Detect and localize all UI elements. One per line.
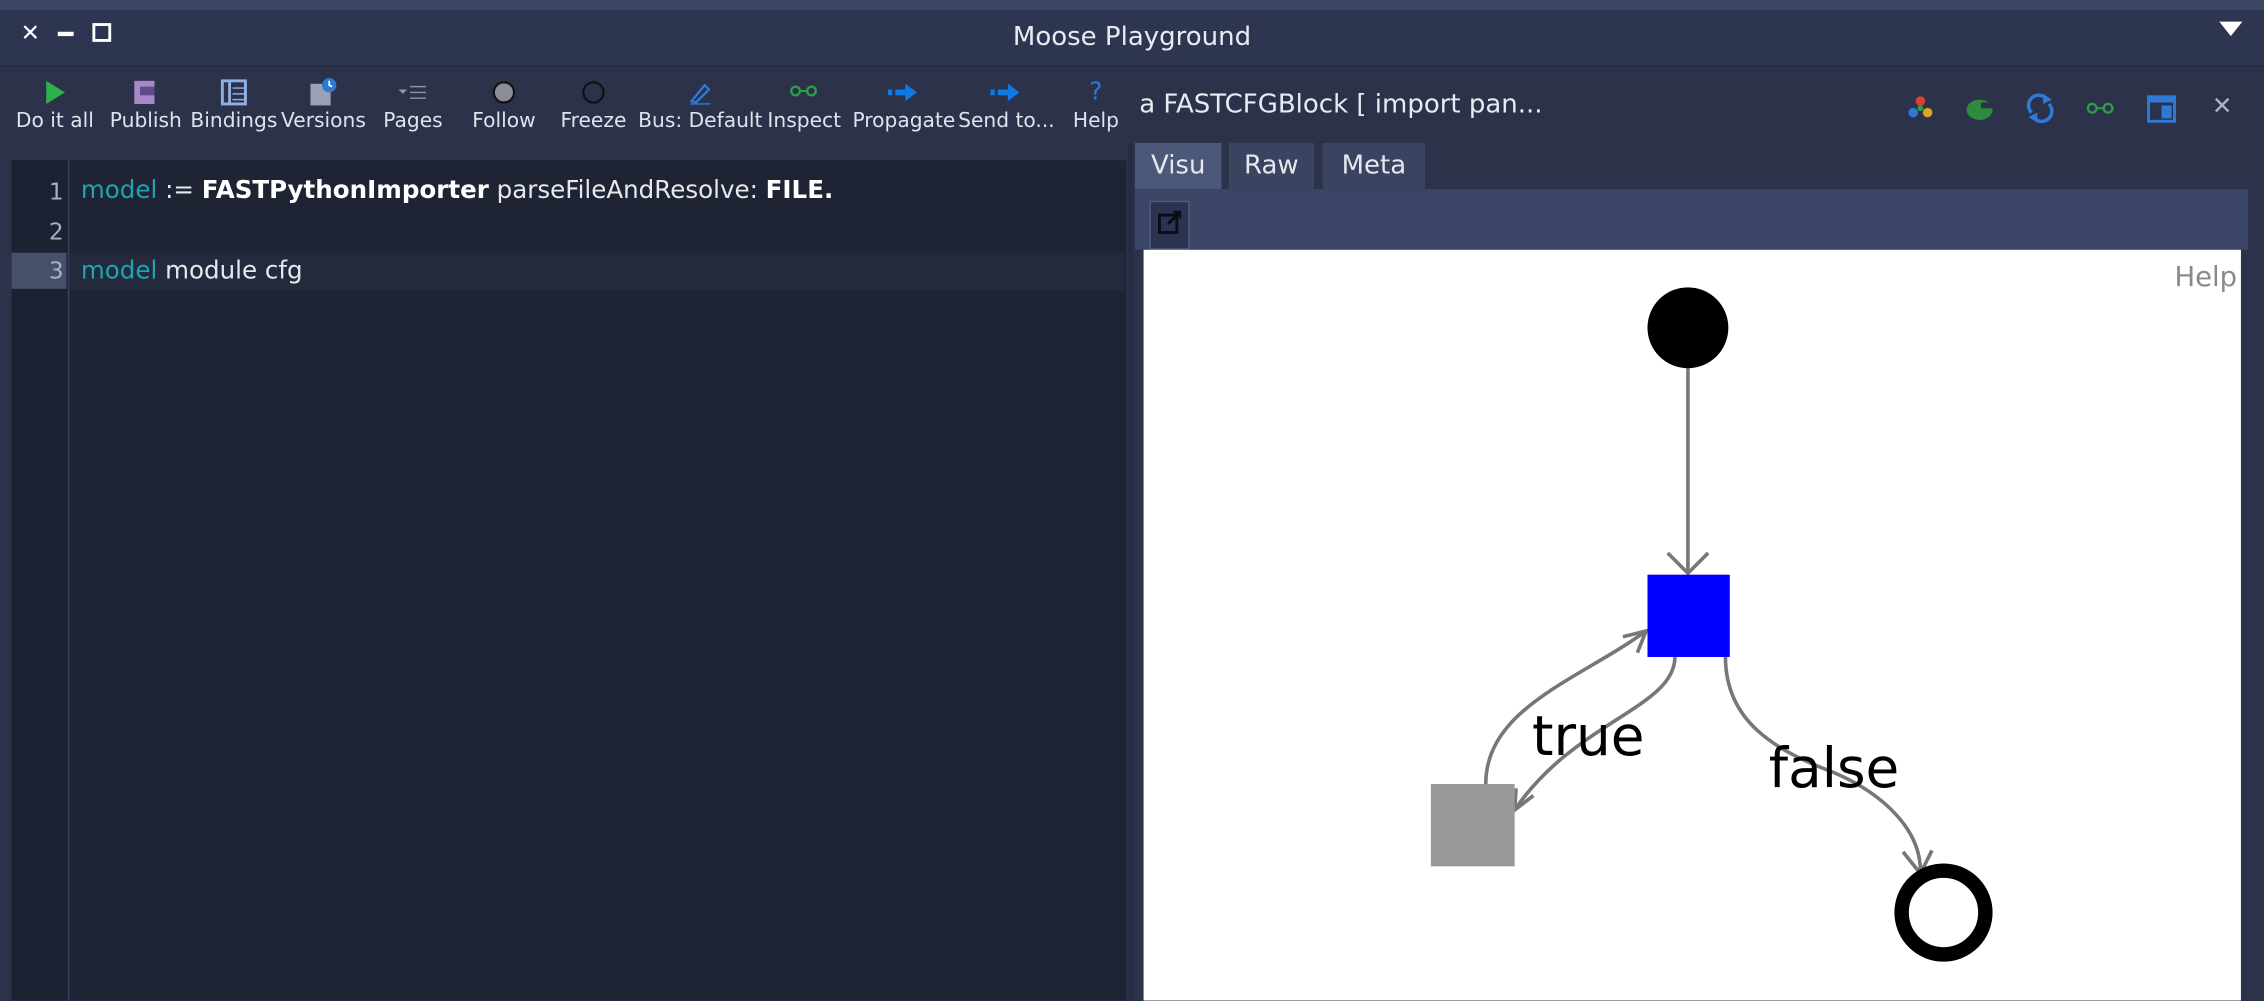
edge-label-false: false bbox=[1769, 736, 1900, 800]
entry-node[interactable] bbox=[1647, 287, 1729, 369]
edge-label-true: true bbox=[1532, 704, 1645, 768]
loop-block-node[interactable] bbox=[1430, 784, 1515, 867]
block-node[interactable] bbox=[1647, 574, 1730, 657]
cfg-graph: true false bbox=[1430, 287, 1993, 962]
exit-node[interactable] bbox=[1894, 863, 1993, 962]
